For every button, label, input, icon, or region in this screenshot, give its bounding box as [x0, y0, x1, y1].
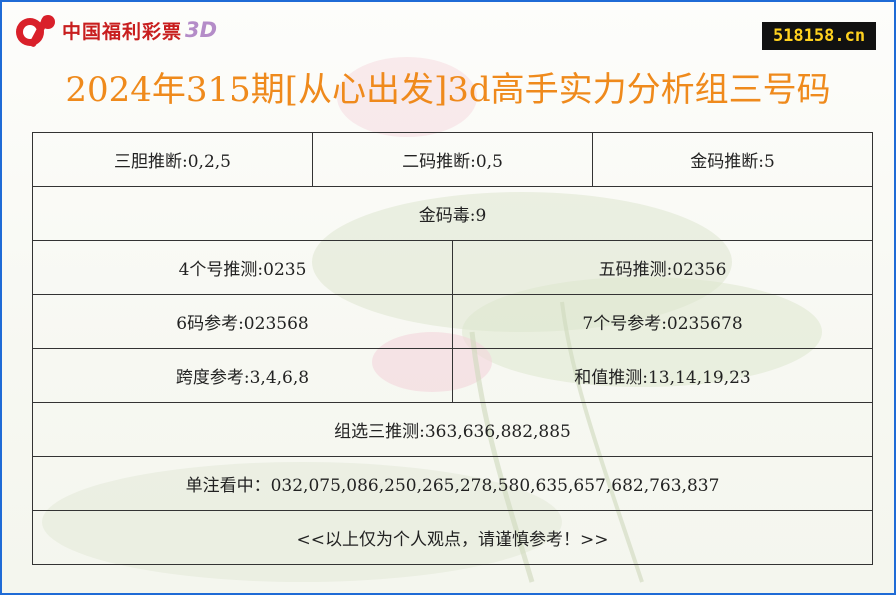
- table-row: <<以上仅为个人观点，请谨慎参考！>>: [31, 510, 874, 565]
- table-row: 6码参考:023568 7个号参考:0235678: [32, 294, 874, 349]
- welfare-lottery-icon: [16, 15, 55, 47]
- table-cell: 金码推断:5: [592, 132, 874, 187]
- table-cell: 跨度参考:3,4,6,8: [32, 348, 453, 403]
- table-cell: 4个号推测:0235: [32, 240, 453, 295]
- logo-text: 中国福利彩票: [62, 20, 183, 43]
- table-cell: 单注看中：032,075,086,250,265,278,580,635,657…: [31, 456, 874, 511]
- table-cell: 组选三推测:363,636,882,885: [31, 402, 874, 457]
- logo-3d-suffix: 3D: [185, 18, 218, 42]
- lottery-logo: 中国福利彩票 3D: [12, 10, 217, 50]
- table-row: 单注看中：032,075,086,250,265,278,580,635,657…: [31, 456, 874, 511]
- page-frame: 中国福利彩票 3D 518158.cn 2024年315期[从心出发]3d高手实…: [0, 0, 896, 595]
- table-row: 三胆推断:0,2,5 二码推断:0,5 金码推断:5: [32, 132, 874, 187]
- table-row: 跨度参考:3,4,6,8 和值推测:13,14,19,23: [32, 348, 874, 403]
- table-cell: <<以上仅为个人观点，请谨慎参考！>>: [31, 510, 874, 565]
- table-cell: 金码毒:9: [31, 186, 874, 241]
- table-cell: 7个号参考:0235678: [451, 294, 874, 349]
- prediction-table: 三胆推断:0,2,5 二码推断:0,5 金码推断:5 金码毒:9 4个号推测:0…: [31, 132, 874, 565]
- table-cell: 三胆推断:0,2,5: [32, 132, 313, 187]
- table-cell: 二码推断:0,5: [311, 132, 594, 187]
- table-cell: 6码参考:023568: [32, 294, 453, 349]
- table-cell: 五码推测:02356: [451, 240, 874, 295]
- table-cell: 和值推测:13,14,19,23: [451, 348, 874, 403]
- table-row: 4个号推测:0235 五码推测:02356: [32, 240, 874, 295]
- table-row: 组选三推测:363,636,882,885: [31, 402, 874, 457]
- page-title: 2024年315期[从心出发]3d高手实力分析组三号码: [65, 70, 831, 110]
- site-badge[interactable]: 518158.cn: [762, 22, 876, 50]
- table-row: 金码毒:9: [31, 186, 874, 241]
